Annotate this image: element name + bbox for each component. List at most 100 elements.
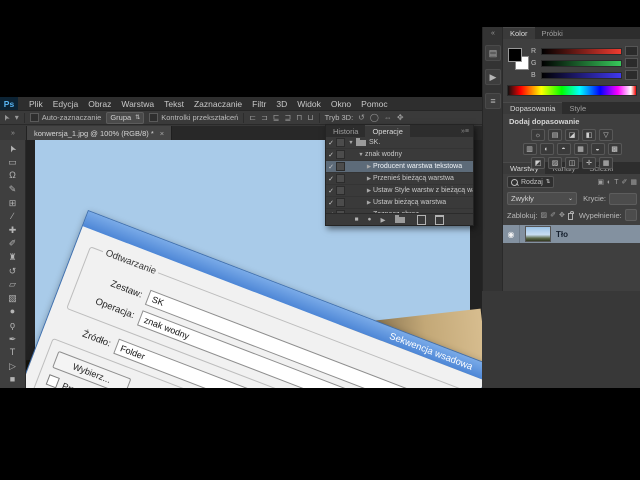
- rectangle-tool[interactable]: ■: [3, 373, 23, 387]
- hue-saturation-icon[interactable]: ▥: [523, 143, 537, 155]
- menu-tekst[interactable]: Tekst: [159, 99, 189, 109]
- dialog-toggle-box[interactable]: [336, 198, 345, 207]
- tool-preset-arrow-icon[interactable]: ▾: [15, 113, 19, 122]
- expand-arrow-icon[interactable]: ▶: [365, 176, 373, 182]
- brightness-contrast-icon[interactable]: ☼: [531, 129, 545, 141]
- new-set-folder-icon[interactable]: [395, 217, 405, 223]
- color-lookup-icon[interactable]: ▩: [608, 143, 622, 155]
- channel-mixer-icon[interactable]: ◒: [591, 143, 605, 155]
- history-panel-icon[interactable]: ▤: [485, 45, 501, 61]
- lock-pixels-icon[interactable]: ✐: [550, 211, 556, 219]
- rectangular-marquee-tool[interactable]: ▭: [3, 156, 23, 170]
- menu-plik[interactable]: Plik: [24, 99, 48, 109]
- exposure-icon[interactable]: ◧: [582, 129, 596, 141]
- opacity-value-box[interactable]: [609, 193, 637, 205]
- menu-pomoc[interactable]: Pomoc: [356, 99, 392, 109]
- toolbar-collapse-icon[interactable]: »: [0, 126, 27, 140]
- crop-tool[interactable]: ⊞: [3, 196, 23, 210]
- gradient-map-icon[interactable]: ▦: [599, 157, 613, 169]
- tab-historia[interactable]: Historia: [326, 125, 365, 137]
- eyedropper-tool[interactable]: ∕: [3, 210, 23, 224]
- action-row-selected[interactable]: ✓ ▶ Producent warstwa tekstowa: [326, 161, 473, 173]
- menu-obraz[interactable]: Obraz: [83, 99, 116, 109]
- expand-arrow-icon[interactable]: ▼: [347, 140, 355, 146]
- expand-arrow-icon[interactable]: ▶: [365, 164, 373, 170]
- include-check-icon[interactable]: ✓: [326, 151, 336, 159]
- dialog-toggle-box[interactable]: [336, 174, 345, 183]
- distribute-middle-icon[interactable]: ⊓: [296, 113, 302, 122]
- actions-panel-icon[interactable]: ▶: [485, 69, 501, 85]
- include-check-icon[interactable]: ✓: [326, 187, 336, 195]
- tab-kolor[interactable]: Kolor: [503, 27, 535, 39]
- transform-controls-option[interactable]: Kontrolki przekształceń: [149, 113, 238, 122]
- dodge-tool[interactable]: ϙ: [3, 319, 23, 333]
- blue-slider[interactable]: [541, 72, 622, 79]
- properties-panel-icon[interactable]: ≡: [485, 93, 501, 109]
- tab-dopasowania[interactable]: Dopasowania: [503, 102, 562, 114]
- menu-warstwa[interactable]: Warstwa: [116, 99, 159, 109]
- action-row[interactable]: ✓ ▼ znak wodny: [326, 149, 473, 161]
- panel-menu-icon[interactable]: »≡: [461, 125, 473, 137]
- include-check-icon[interactable]: ✓: [326, 163, 336, 171]
- red-value-box[interactable]: [625, 46, 638, 56]
- dialog-toggle-box[interactable]: [336, 162, 345, 171]
- transform-controls-checkbox[interactable]: [149, 113, 158, 122]
- new-action-icon[interactable]: [417, 215, 426, 225]
- expand-arrow-icon[interactable]: ▶: [365, 188, 373, 194]
- lock-transparency-icon[interactable]: ▨: [540, 211, 547, 219]
- threshold-icon[interactable]: ◫: [565, 157, 579, 169]
- menu-filtr[interactable]: Filtr: [247, 99, 271, 109]
- black-white-icon[interactable]: ◓: [557, 143, 571, 155]
- filter-adjustment-layers-icon[interactable]: ◐: [607, 179, 611, 186]
- filter-type-layers-icon[interactable]: T: [614, 179, 618, 186]
- include-check-icon[interactable]: ✓: [326, 139, 336, 147]
- pen-tool[interactable]: ✒: [3, 332, 23, 346]
- clone-stamp-tool[interactable]: ♜: [3, 251, 23, 265]
- menu-3d[interactable]: 3D: [271, 99, 292, 109]
- filter-shape-layers-icon[interactable]: ✐: [622, 178, 628, 186]
- menu-edycja[interactable]: Edycja: [48, 99, 84, 109]
- layer-row-background[interactable]: ◉ Tło: [503, 225, 640, 243]
- red-slider[interactable]: [541, 48, 622, 55]
- lasso-tool[interactable]: Ω: [3, 169, 23, 183]
- stop-icon[interactable]: ■: [355, 216, 359, 223]
- dialog-toggle-box[interactable]: [336, 150, 345, 159]
- menu-zaznaczanie[interactable]: Zaznaczanie: [189, 99, 247, 109]
- lock-position-icon[interactable]: ✥: [559, 211, 565, 219]
- quick-selection-tool[interactable]: ✎: [3, 183, 23, 197]
- 3d-slide-icon[interactable]: ✥: [397, 113, 404, 122]
- action-row[interactable]: ✓ ▶ Przenieś bieżącą warstwa: [326, 173, 473, 185]
- close-document-icon[interactable]: ×: [160, 129, 164, 138]
- visibility-eye-icon[interactable]: ◉: [503, 225, 520, 243]
- distribute-top-icon[interactable]: ⊒: [284, 113, 291, 122]
- blue-value-box[interactable]: [625, 70, 638, 80]
- green-value-box[interactable]: [625, 58, 638, 68]
- include-check-icon[interactable]: ✓: [326, 175, 336, 183]
- tab-probki[interactable]: Próbki: [535, 27, 570, 39]
- selective-color-icon[interactable]: ✛: [582, 157, 596, 169]
- tab-operacje[interactable]: Operacje: [365, 125, 409, 137]
- dialog-toggle-box[interactable]: [336, 138, 345, 147]
- color-spectrum-ramp[interactable]: [507, 85, 637, 96]
- invert-icon[interactable]: ◩: [531, 157, 545, 169]
- override-open-checkbox[interactable]: [46, 374, 60, 388]
- expand-panels-icon[interactable]: «: [491, 30, 495, 37]
- eraser-tool[interactable]: ▱: [3, 278, 23, 292]
- expand-arrow-icon[interactable]: ▼: [357, 152, 365, 158]
- action-row-set[interactable]: ✓ ▼ SK.: [326, 137, 473, 149]
- 3d-rotate-icon[interactable]: ↺: [358, 113, 365, 122]
- action-row[interactable]: ✓ ▶ Ustaw Style warstw z bieżącą warstwą: [326, 185, 473, 197]
- layer-filter-dropdown[interactable]: Rodzaj ⇅: [507, 176, 554, 188]
- document-tab[interactable]: konwersja_1.jpg @ 100% (RGB/8) * ×: [27, 126, 172, 140]
- play-icon[interactable]: ▶: [380, 216, 385, 224]
- include-check-icon[interactable]: ✓: [326, 199, 336, 207]
- auto-select-mode-dropdown[interactable]: Grupa ⇅: [106, 112, 144, 124]
- blend-mode-dropdown[interactable]: Zwykły ⌄: [507, 192, 577, 205]
- tab-style[interactable]: Style: [562, 102, 593, 114]
- 3d-roll-icon[interactable]: ◯: [370, 113, 379, 122]
- delete-icon[interactable]: [435, 215, 444, 225]
- levels-icon[interactable]: ▤: [548, 129, 562, 141]
- record-icon[interactable]: ●: [368, 216, 372, 223]
- vibrance-icon[interactable]: ▽: [599, 129, 613, 141]
- auto-select-checkbox[interactable]: [30, 113, 39, 122]
